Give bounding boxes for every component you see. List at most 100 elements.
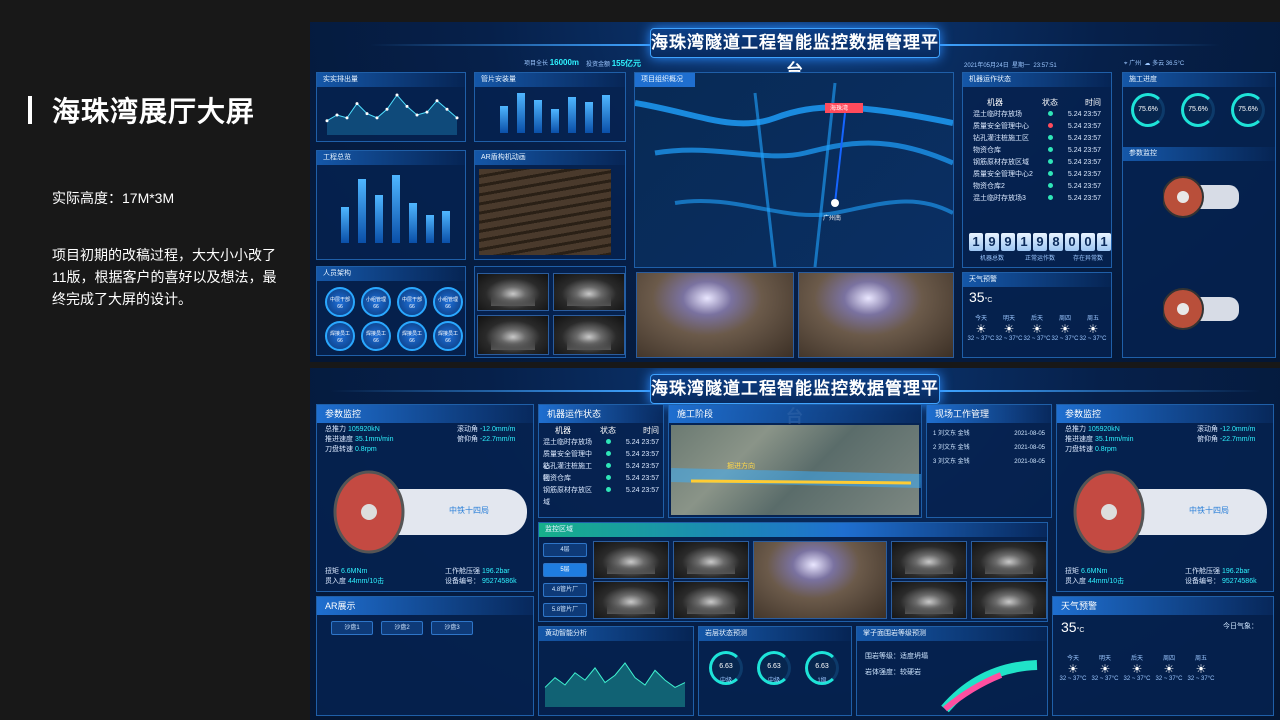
forecast-day-name: 后天 <box>1030 316 1043 322</box>
machine-time: 5.24 23:57 <box>1067 195 1101 202</box>
top-dashboard: 海珠湾隧道工程智能监控数据管理平台 项目全长 16000m 投资金额 155亿元… <box>310 22 1280 362</box>
map-label-guangzhounan: 广州南 <box>823 216 842 222</box>
param-key: 设备编号： <box>1185 578 1220 585</box>
machine-row[interactable]: 物资仓库 5.24 23:57 <box>973 145 1101 157</box>
header-status: 状态 <box>1042 98 1058 107</box>
machine-row[interactable]: 物资仓库2 5.24 23:57 <box>973 181 1101 193</box>
counter-digits: 198 <box>1017 233 1063 251</box>
weather-bottom-panel: 天气预警 35°C 今日气象： 今天 ☀ 32 ~ 37°C 明天 ☀ 32 ~ 37°C… <box>1052 596 1274 716</box>
monitor-tab[interactable]: 4层 <box>543 543 587 557</box>
monitor-cam-5[interactable] <box>593 581 669 619</box>
forecast-temp: 32 ~ 37°C <box>1187 676 1215 682</box>
param-key: 推进速度 <box>1065 436 1093 443</box>
ar-panel: AR展示 沙盘1 沙盘2 沙盘3 <box>316 596 534 716</box>
status-dot-icon <box>1047 159 1053 164</box>
monitor-cam-8[interactable] <box>971 581 1047 619</box>
machine-status <box>597 449 619 461</box>
people-circle: 小组管理 66 <box>361 287 391 317</box>
machine-row[interactable]: 混土临时存放场 5.24 23:57 <box>973 109 1101 121</box>
monitor-cam-main[interactable] <box>753 541 887 619</box>
chart-bar <box>533 99 542 133</box>
monitor-cam-2[interactable] <box>673 541 749 579</box>
rock-value: 6.63 <box>719 663 733 670</box>
bottom-machine-row[interactable]: 混土临时存放场 5.24 23:57 <box>543 437 659 449</box>
machine-row[interactable]: 质量安全管理中心 5.24 23:57 <box>973 121 1101 133</box>
settle-title: 黄动智能分析 <box>539 627 693 641</box>
machine-table-header: 机器 状态 时间 <box>973 97 1101 109</box>
forecast-day: 周五 ☀ 32 ~ 37°C <box>1188 653 1215 682</box>
machine-time: 5.24 23:57 <box>625 439 659 446</box>
ar-tab[interactable]: 沙盘3 <box>431 621 473 635</box>
monitor-tab[interactable]: 4.8管片厂 <box>543 583 587 597</box>
machine-row[interactable]: 混土临时存放场3 5.24 23:57 <box>973 193 1101 205</box>
counter-label: 存在异常数 <box>1072 256 1103 262</box>
param-right-title: 参数监控 <box>1057 405 1273 423</box>
overview-bar-chart <box>337 175 455 243</box>
direction-label: 掘进方向 <box>727 463 755 470</box>
discharge-title: 实实排出量 <box>317 73 465 87</box>
bottom-machine-row[interactable]: 钢筋原材存放区域 5.24 23:57 <box>543 485 659 506</box>
machine-row[interactable]: 质量安全管理中心2 5.24 23:57 <box>973 169 1101 181</box>
param-line: 工作舱压强 196.2bar <box>445 567 517 577</box>
site-photo-2[interactable] <box>798 272 954 358</box>
people-circle: 焊接员工 66 <box>325 321 355 351</box>
tunnel-cam-1[interactable] <box>477 273 549 311</box>
monitor-cam-7[interactable] <box>891 581 967 619</box>
machine-row[interactable]: 钻孔灌注桩施工区 5.24 23:57 <box>973 133 1101 145</box>
tunnel-cam-4[interactable] <box>553 315 625 355</box>
machine-status <box>597 461 619 473</box>
param-line: 扭矩 6.6MNm <box>325 567 384 577</box>
onsite-row[interactable]: 2 刘文东 金钱 2021-08-05 <box>933 441 1045 455</box>
forecast-day-name: 明天 <box>1002 316 1015 322</box>
discharge-point <box>325 119 329 123</box>
monitor-cam-1[interactable] <box>593 541 669 579</box>
overview-panel: 工程总览 <box>316 150 466 260</box>
param-right-group-a: 总推力 105920kN 推进速度 35.1mm/min 刀盘转速 0.8rpm <box>1065 425 1133 455</box>
onsite-row[interactable]: 3 刘文东 金钱 2021-08-05 <box>933 455 1045 469</box>
satellite-map[interactable]: 掘进方向 <box>670 425 922 515</box>
param-key: 刀盘转速 <box>1065 446 1093 453</box>
tbm-machine-2 <box>1162 285 1243 333</box>
progress-panel: 施工进度 75.6% 75.6% 75.6% 参数监控 <box>1122 72 1276 358</box>
ar-tab[interactable]: 沙盘2 <box>381 621 423 635</box>
param-line: 俯仰角 -22.7mm/m <box>457 435 515 445</box>
investment-stat: 投资金额 155亿元 <box>586 59 642 68</box>
site-photo-1[interactable] <box>636 272 794 358</box>
pipe-image <box>479 169 611 255</box>
face-title: 掌子面围岩等级预测 <box>857 627 1047 641</box>
counter-block: 1 9 8 正常运作数 <box>1017 233 1063 262</box>
onsite-row[interactable]: 1 刘文东 金钱 2021-08-05 <box>933 427 1045 441</box>
chart-bar <box>550 108 559 133</box>
people-count: 66 <box>337 304 343 310</box>
status-dot-icon <box>605 487 611 492</box>
tunnel-cam-3[interactable] <box>477 315 549 355</box>
chart-bar <box>375 195 384 243</box>
monitor-tab[interactable]: 5.8管片厂 <box>543 603 587 617</box>
monitor-tab[interactable]: 5层 <box>543 563 587 577</box>
forecast-day-name: 周五 <box>1194 656 1207 662</box>
monitor-cam-6[interactable] <box>673 581 749 619</box>
map-panel[interactable]: 项目组织概况 海珠湾 广州南 <box>634 72 955 268</box>
machine-row[interactable]: 钢筋原材存放区域 5.24 23:57 <box>973 157 1101 169</box>
tunnel-cam-2[interactable] <box>553 273 625 311</box>
param-key: 刀盘转速 <box>325 446 353 453</box>
people-role: 小组管理 <box>365 297 386 303</box>
people-circle: 焊接员工 66 <box>361 321 391 351</box>
monitor-cam-4[interactable] <box>971 541 1047 579</box>
status-dot-icon <box>1047 111 1053 116</box>
bottom-machine-row[interactable]: 钻孔灌注桩施工区 5.24 23:57 <box>543 461 659 482</box>
discharge-line-chart <box>325 93 459 135</box>
bottom-machine-row[interactable]: 物资仓库 5.24 23:57 <box>543 473 659 485</box>
banner-line-left <box>370 44 650 46</box>
forecast-day: 明天 ☀ 32 ~ 37°C <box>1092 653 1119 682</box>
title-row: 海珠湾展厅大屏 <box>28 90 310 130</box>
tbm-machine-1 <box>1162 173 1243 221</box>
project-org-tab[interactable]: 项目组织概况 <box>635 73 695 87</box>
bottom-machine-panel: 机器运作状态 机器 状态 时间 混土临时存放场 5.24 23:57 质量安全管理中… <box>538 404 664 518</box>
ar-tab[interactable]: 沙盘1 <box>331 621 373 635</box>
settle-panel: 黄动智能分析 <box>538 626 694 716</box>
monitor-cam-3[interactable] <box>891 541 967 579</box>
machine-name: 质量安全管理中心2 <box>973 171 1033 178</box>
forecast-temp: 32 ~ 37°C <box>995 336 1023 342</box>
bottom-machine-row[interactable]: 质量安全管理中心 5.24 23:57 <box>543 449 659 470</box>
